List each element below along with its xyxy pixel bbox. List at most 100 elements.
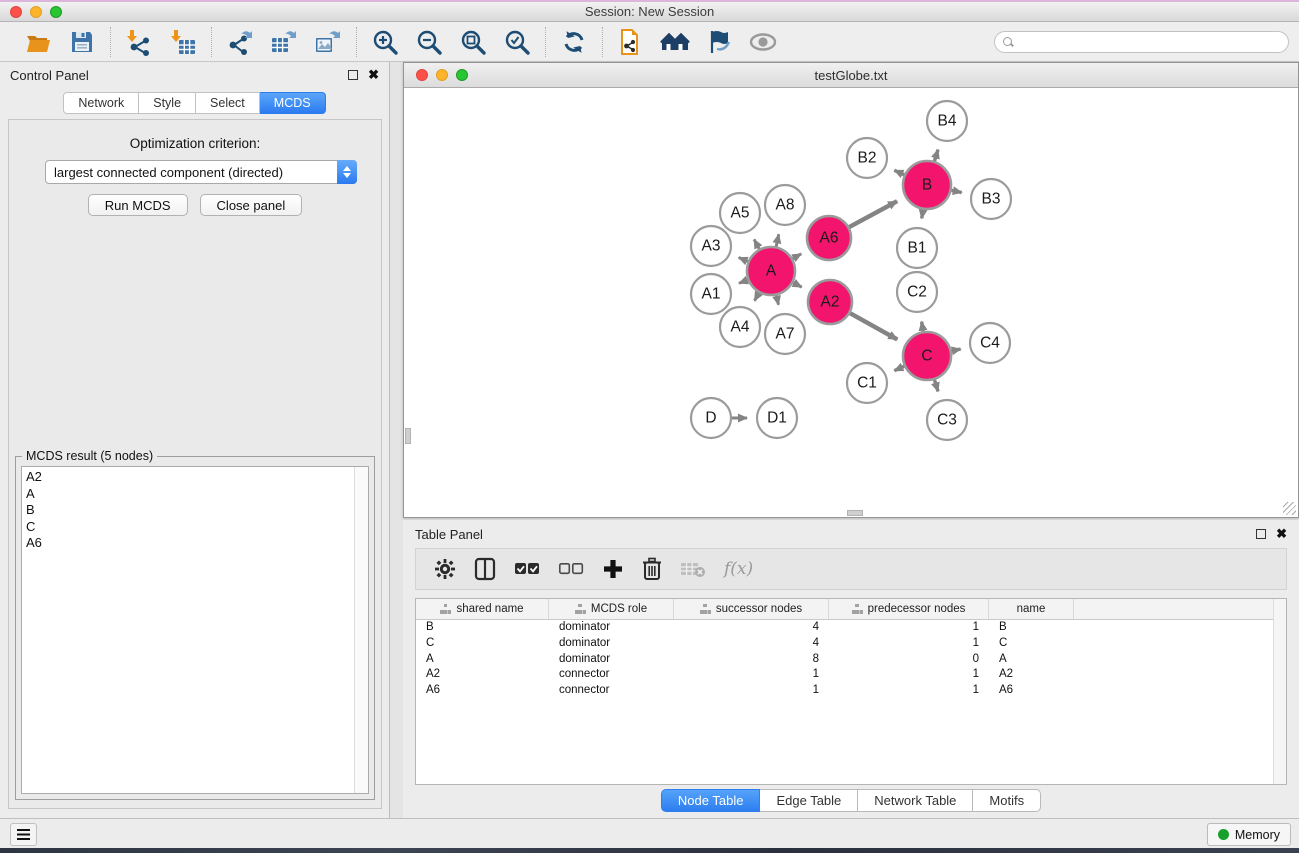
table-cell[interactable]: A6 — [416, 683, 549, 699]
node-C1[interactable]: C1 — [847, 363, 887, 403]
table-scrollbar[interactable] — [1273, 599, 1286, 784]
import-table-icon[interactable] — [168, 27, 198, 57]
run-mcds-button[interactable]: Run MCDS — [88, 194, 188, 216]
window-resize-grip[interactable] — [1283, 502, 1296, 515]
edge-A-A5[interactable] — [754, 239, 759, 248]
edge-B-B3[interactable] — [951, 190, 961, 192]
settings-gear-icon[interactable] — [434, 556, 456, 582]
criterion-dropdown[interactable]: largest connected component (directed) — [45, 160, 357, 184]
table-cell[interactable]: 1 — [674, 667, 829, 683]
table-cell[interactable]: B — [989, 620, 1074, 636]
delete-table-icon[interactable] — [680, 556, 706, 582]
delete-column-icon[interactable] — [642, 556, 662, 582]
table-cell[interactable]: A — [416, 652, 549, 668]
table-cell[interactable]: dominator — [549, 620, 674, 636]
node-B3[interactable]: B3 — [971, 179, 1011, 219]
edge-A-A1[interactable] — [739, 280, 748, 283]
select-all-icon[interactable] — [514, 556, 540, 582]
table-row[interactable]: Adominator80A — [416, 652, 1273, 668]
mcds-result-item[interactable]: A6 — [26, 535, 354, 552]
table-cell[interactable]: connector — [549, 667, 674, 683]
result-list-scrollbar[interactable] — [354, 467, 368, 793]
network-canvas[interactable]: AA1A2A3A4A5A6A7A8BB1B2B3B4CC1C2C3C4DD1 — [404, 88, 1298, 517]
node-A[interactable]: A — [747, 247, 795, 295]
node-A8[interactable]: A8 — [765, 185, 805, 225]
memory-button[interactable]: Memory — [1207, 823, 1291, 846]
open-file-icon[interactable] — [23, 27, 53, 57]
function-builder-icon[interactable]: f(x) — [724, 556, 753, 582]
node-D1[interactable]: D1 — [757, 398, 797, 438]
column-header-shared-name[interactable]: shared name — [416, 599, 549, 619]
control-tab-select[interactable]: Select — [196, 92, 260, 114]
edge-B-B4[interactable] — [934, 150, 938, 162]
node-B1[interactable]: B1 — [897, 228, 937, 268]
node-A7[interactable]: A7 — [765, 314, 805, 354]
node-B2[interactable]: B2 — [847, 138, 887, 178]
node-B[interactable]: B — [903, 161, 951, 209]
flag-icon[interactable] — [704, 27, 734, 57]
export-table-icon[interactable] — [269, 27, 299, 57]
table-cell[interactable]: 4 — [674, 620, 829, 636]
close-table-panel-icon[interactable]: ✖ — [1276, 529, 1287, 539]
edge-A6-B[interactable] — [849, 201, 897, 227]
canvas-vscroll-thumb[interactable] — [405, 428, 411, 444]
column-header-name[interactable]: name — [989, 599, 1074, 619]
edge-C-C3[interactable] — [934, 380, 938, 392]
node-C2[interactable]: C2 — [897, 272, 937, 312]
edge-A2-C[interactable] — [850, 313, 897, 339]
edge-B-B1[interactable] — [922, 210, 923, 219]
node-C3[interactable]: C3 — [927, 400, 967, 440]
edge-A-A2[interactable] — [793, 283, 802, 287]
table-cell[interactable]: 1 — [829, 683, 989, 699]
table-cell[interactable]: dominator — [549, 636, 674, 652]
add-column-icon[interactable] — [602, 556, 624, 582]
edge-A-A4[interactable] — [755, 293, 759, 301]
column-header-successor-nodes[interactable]: successor nodes — [674, 599, 829, 619]
deselect-all-icon[interactable] — [558, 556, 584, 582]
table-tab-motifs[interactable]: Motifs — [973, 789, 1041, 812]
export-network-icon[interactable] — [225, 27, 255, 57]
node-D[interactable]: D — [691, 398, 731, 438]
close-panel-icon[interactable]: ✖ — [368, 70, 379, 80]
table-cell[interactable]: dominator — [549, 652, 674, 668]
mcds-result-item[interactable]: A2 — [26, 469, 354, 486]
table-cell[interactable]: 1 — [674, 683, 829, 699]
save-session-icon[interactable] — [67, 27, 97, 57]
task-history-button[interactable] — [10, 823, 37, 846]
export-image-icon[interactable] — [313, 27, 343, 57]
table-row[interactable]: A2connector11A2 — [416, 667, 1273, 683]
window-titlebar[interactable]: Session: New Session — [0, 2, 1299, 22]
import-network-icon[interactable] — [124, 27, 154, 57]
table-tab-edge-table[interactable]: Edge Table — [760, 789, 858, 812]
table-cell[interactable]: A6 — [989, 683, 1074, 699]
node-C4[interactable]: C4 — [970, 323, 1010, 363]
table-cell[interactable]: 1 — [829, 620, 989, 636]
node-A3[interactable]: A3 — [691, 226, 731, 266]
node-B4[interactable]: B4 — [927, 101, 967, 141]
cyndex-icon[interactable] — [616, 27, 646, 57]
node-C[interactable]: C — [903, 332, 951, 380]
zoom-out-icon[interactable] — [414, 27, 444, 57]
canvas-hscroll-thumb[interactable] — [847, 510, 863, 516]
edge-A-A3[interactable] — [739, 258, 748, 262]
table-cell[interactable]: 0 — [829, 652, 989, 668]
node-layer[interactable]: AA1A2A3A4A5A6A7A8BB1B2B3B4CC1C2C3C4DD1 — [691, 101, 1011, 440]
table-cell[interactable]: 8 — [674, 652, 829, 668]
table-cell[interactable]: 1 — [829, 667, 989, 683]
node-A1[interactable]: A1 — [691, 274, 731, 314]
eye-icon[interactable] — [748, 27, 778, 57]
refresh-layout-icon[interactable] — [559, 27, 589, 57]
table-tab-node-table[interactable]: Node Table — [661, 789, 761, 812]
home-icon[interactable] — [660, 27, 690, 57]
table-cell[interactable]: 4 — [674, 636, 829, 652]
mcds-result-item[interactable]: C — [26, 519, 354, 536]
mcds-result-item[interactable]: B — [26, 502, 354, 519]
search-input[interactable] — [994, 31, 1289, 53]
network-graph[interactable]: AA1A2A3A4A5A6A7A8BB1B2B3B4CC1C2C3C4DD1 — [404, 88, 1298, 517]
zoom-fit-icon[interactable] — [458, 27, 488, 57]
table-row[interactable]: A6connector11A6 — [416, 683, 1273, 699]
zoom-selected-icon[interactable] — [502, 27, 532, 57]
edge-C-C1[interactable] — [894, 366, 904, 370]
table-row[interactable]: Bdominator41B — [416, 620, 1273, 636]
node-A4[interactable]: A4 — [720, 307, 760, 347]
